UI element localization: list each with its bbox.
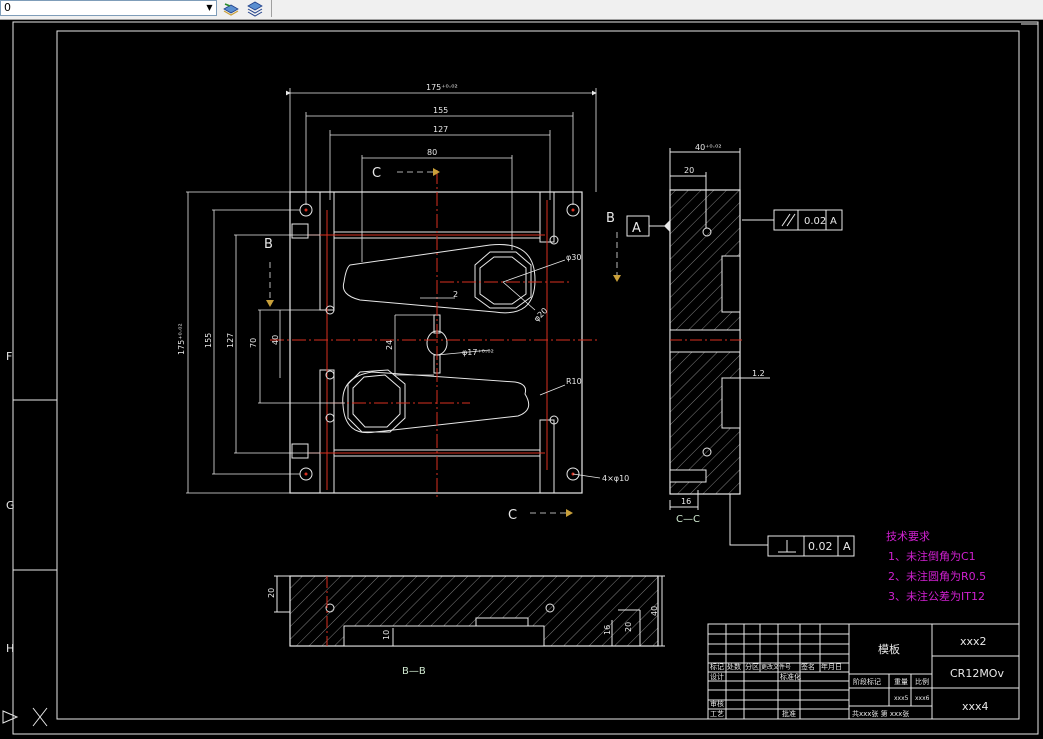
bb-dim-10: 10	[382, 630, 391, 640]
bb-dim-16: 16	[603, 625, 612, 635]
bb-dim-20b: 20	[624, 622, 633, 632]
notes-line-1: 1、未注倒角为C1	[888, 549, 976, 563]
tb-header-count: 处数	[727, 662, 741, 671]
layer-dropdown[interactable]: 0 ▼	[0, 0, 217, 16]
tb-stage-mark: 阶段标记	[853, 677, 881, 686]
dim-holes: 4×φ10	[602, 474, 629, 483]
layer-states-icon[interactable]	[221, 0, 241, 17]
ucs-icon	[2, 707, 48, 727]
perpendicularity-datum: A	[843, 540, 851, 553]
tb-header-date: 年月日	[821, 662, 842, 671]
side-dim-16: 16	[681, 497, 691, 506]
side-dim-20: 20	[684, 166, 694, 175]
tb-header-change-doc: 更改文件号	[761, 663, 791, 671]
tb-scale-header: 比例	[915, 677, 929, 686]
section-bb-label: B—B	[402, 666, 426, 677]
dim-80: 80	[427, 148, 437, 157]
dim-overall-height: 175⁺⁰·⁰²	[177, 323, 186, 355]
side-dim-40: 40⁺⁰·⁰²	[695, 143, 722, 152]
bb-dim-20: 20	[267, 588, 276, 598]
tb-part-name: 模板	[878, 642, 900, 656]
zone-label-f: F	[6, 350, 12, 363]
dim-24: 24	[385, 340, 394, 350]
side-view-cc[interactable]: 40⁺⁰·⁰² 20 1.2 16 0.02 A 0.02 A A C—C	[626, 143, 855, 557]
dim-155-vertical: 155	[204, 333, 213, 348]
tb-scale: xxx6	[915, 695, 930, 702]
layer-dropdown-value: 0	[4, 1, 11, 14]
technical-requirements: 技术要求 1、未注倒角为C1 2、未注圆角为R0.5 3、未注公差为IT12	[886, 530, 986, 603]
dim-overall-width: 175⁺⁰·⁰²	[426, 83, 458, 92]
tb-header-mark: 标记	[710, 662, 724, 671]
dim-2: 2	[453, 290, 458, 299]
drawing-canvas[interactable]: F G H 175⁺⁰·⁰² 155 127 80 175⁺⁰·⁰² 155 1…	[0, 19, 1043, 739]
tb-reviewer: 审核	[710, 699, 724, 708]
tb-company: xxx4	[962, 700, 989, 713]
dim-40: 40	[271, 335, 280, 345]
section-b-right-label: B	[606, 211, 615, 226]
section-c-top-label: C	[372, 166, 381, 181]
tb-standardization: 标准化	[780, 672, 801, 681]
section-cc-label: C—C	[676, 514, 700, 525]
layer-previous-icon[interactable]	[245, 0, 265, 17]
title-block[interactable]: 标记 处数 分区 更改文件号 签名 年月日 设计 标准化 阶段标记 重量 比例 …	[707, 623, 1020, 720]
tb-weight: xxx5	[894, 695, 909, 702]
dim-70: 70	[249, 338, 258, 348]
side-dim-12: 1.2	[752, 369, 765, 378]
tb-header-zone: 分区	[745, 662, 759, 671]
notes-line-3: 3、未注公差为IT12	[888, 589, 985, 603]
datum-a-label: A	[632, 221, 641, 236]
tb-approval: 批准	[782, 709, 796, 718]
tb-header-sign: 签名	[801, 662, 815, 671]
dim-r10: R10	[566, 377, 582, 386]
chevron-down-icon[interactable]: ▼	[204, 2, 215, 14]
dim-155: 155	[433, 106, 448, 115]
parallelism-datum: A	[830, 216, 837, 227]
notes-line-2: 2、未注圆角为R0.5	[888, 569, 986, 583]
tb-sheets: 共xxx张 第 xxx张	[852, 709, 909, 718]
tb-weight-header: 重量	[894, 678, 908, 686]
zone-label-h: H	[6, 642, 14, 655]
toolbar-separator	[271, 0, 272, 17]
section-bb-view[interactable]: 20 10 16 20 40 B—B	[267, 575, 665, 677]
perpendicularity-value: 0.02	[808, 540, 833, 553]
parallelism-value: 0.02	[804, 216, 826, 227]
top-view[interactable]: 175⁺⁰·⁰² 155 127 80 175⁺⁰·⁰² 155 127 70 …	[177, 83, 629, 523]
bb-dim-40: 40	[650, 606, 659, 616]
tb-drawing-number: xxx2	[960, 635, 987, 648]
layer-toolbar: 0 ▼	[0, 0, 1043, 20]
section-b-left-label: B	[264, 237, 273, 252]
tb-material: CR12MOv	[950, 667, 1004, 680]
dim-phi30: φ30	[566, 253, 581, 262]
dim-127: 127	[433, 125, 448, 134]
zone-label-g: G	[6, 499, 15, 512]
dim-127-vertical: 127	[226, 333, 235, 348]
section-c-bottom-label: C	[508, 508, 517, 523]
tb-designer: 设计	[710, 672, 724, 681]
tb-process: 工艺	[710, 710, 724, 718]
dim-phi17: φ17⁺⁰·⁰²	[462, 348, 494, 357]
notes-title: 技术要求	[886, 530, 930, 543]
